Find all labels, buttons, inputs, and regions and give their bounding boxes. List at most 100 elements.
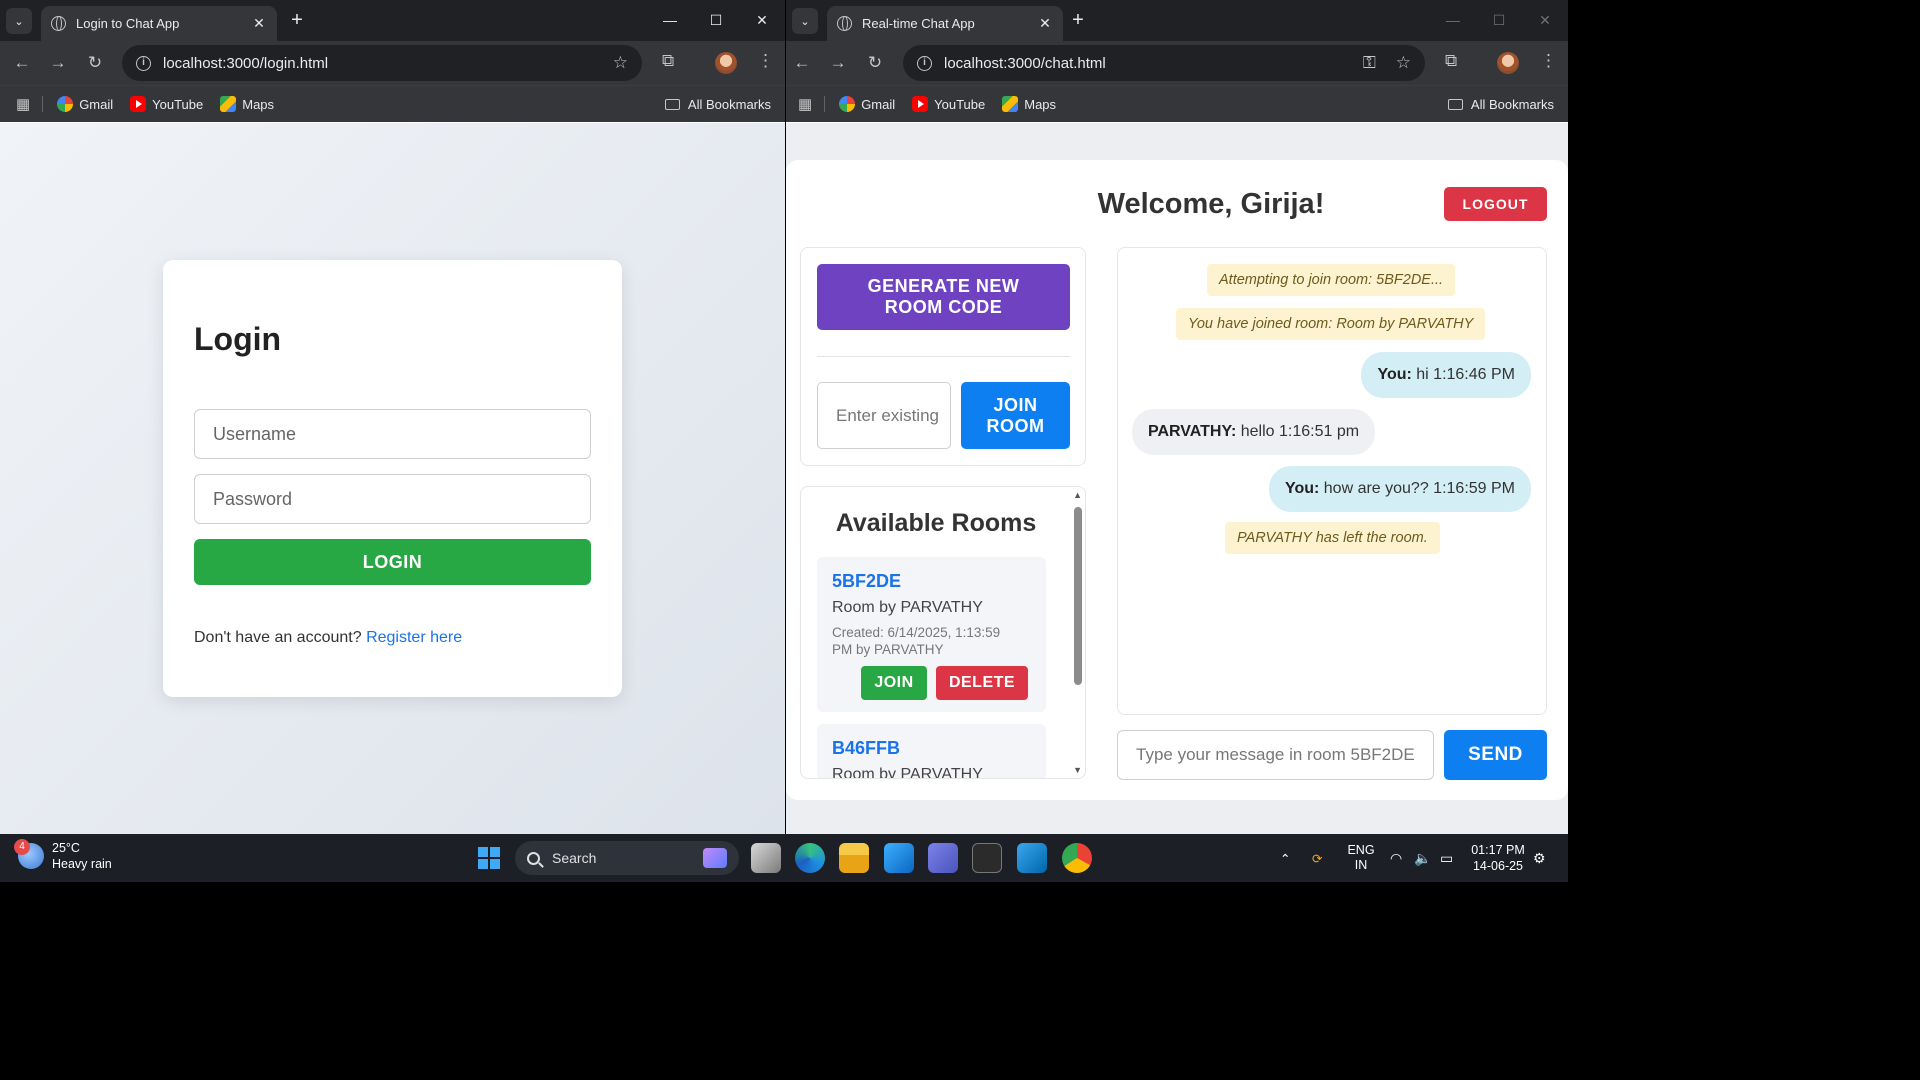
- bookmark-youtube[interactable]: YouTube: [130, 96, 203, 112]
- scrollbar-thumb[interactable]: [1074, 507, 1082, 685]
- tab-login[interactable]: Login to Chat App ✕: [41, 6, 277, 41]
- tab-chat[interactable]: Real-time Chat App ✕: [827, 6, 1063, 41]
- scroll-up-arrow-icon[interactable]: ▲: [1073, 490, 1082, 500]
- close-tab-icon[interactable]: ✕: [1037, 15, 1053, 32]
- menu-icon[interactable]: ⋮: [757, 51, 774, 71]
- reload-icon[interactable]: ↻: [80, 53, 110, 73]
- bookmark-gmail[interactable]: Gmail: [57, 96, 113, 112]
- room-card: B46FFB Room by PARVATHY: [817, 724, 1046, 778]
- new-tab-button[interactable]: +: [284, 7, 310, 33]
- close-window-button[interactable]: ✕: [1522, 0, 1568, 41]
- window-controls: — ☐ ✕: [1430, 0, 1568, 41]
- profile-avatar[interactable]: [1497, 52, 1519, 74]
- room-code: 5BF2DE: [832, 571, 902, 591]
- language-indicator[interactable]: ENG IN: [1347, 834, 1375, 882]
- vscode-icon[interactable]: [1017, 843, 1047, 873]
- tab-search-button[interactable]: ⌄: [792, 8, 818, 34]
- close-window-button[interactable]: ✕: [739, 0, 785, 41]
- wifi-icon[interactable]: ◠: [1390, 834, 1402, 882]
- divider: [817, 356, 1070, 357]
- bookmark-star-icon[interactable]: ☆: [613, 53, 628, 73]
- other-message: PARVATHY: hello 1:16:51 pm: [1132, 409, 1376, 455]
- task-view-icon[interactable]: [751, 843, 781, 873]
- sync-icon[interactable]: ⟳: [1312, 834, 1322, 882]
- bookmark-youtube[interactable]: YouTube: [912, 96, 985, 112]
- profile-avatar[interactable]: [715, 52, 737, 74]
- minimize-button[interactable]: —: [647, 0, 693, 41]
- forward-icon[interactable]: →: [43, 53, 73, 73]
- address-bar[interactable]: i localhost:3000/chat.html ⚿ ☆: [903, 45, 1425, 81]
- app-icon[interactable]: [884, 843, 914, 873]
- bookmark-maps[interactable]: Maps: [220, 96, 274, 112]
- room-name: Room by PARVATHY: [832, 599, 983, 616]
- bookmark-gmail[interactable]: Gmail: [839, 96, 895, 112]
- maximize-button[interactable]: ☐: [1476, 0, 1522, 41]
- extensions-icon[interactable]: ⧉: [1445, 51, 1457, 71]
- minimize-button[interactable]: —: [1430, 0, 1476, 41]
- file-explorer-icon[interactable]: [839, 843, 869, 873]
- youtube-icon: [912, 96, 929, 112]
- terminal-icon[interactable]: [972, 843, 1002, 873]
- register-link[interactable]: Register here: [366, 629, 462, 646]
- start-windows-icon[interactable]: [478, 847, 500, 869]
- username-input[interactable]: Username: [194, 409, 591, 459]
- globe-icon: [51, 16, 66, 31]
- room-code-input[interactable]: Enter existing: [817, 382, 951, 449]
- teams-icon[interactable]: [928, 843, 958, 873]
- password-input[interactable]: Password: [194, 474, 591, 524]
- chat-page: Welcome, Girija! LOGOUT GENERATE NEW ROO…: [786, 123, 1568, 834]
- password-key-icon[interactable]: ⚿: [1363, 53, 1376, 73]
- chrome-icon[interactable]: [1062, 843, 1092, 873]
- url-text: localhost:3000/login.html: [163, 54, 329, 72]
- site-info-icon[interactable]: i: [917, 55, 932, 71]
- apps-grid-icon[interactable]: ▦: [16, 95, 30, 113]
- volume-icon[interactable]: 🔈: [1414, 834, 1431, 882]
- tab-title: Login to Chat App: [76, 16, 180, 31]
- bookmarks-bar: ▦ Gmail YouTube Maps All Bookmarks: [786, 85, 1568, 122]
- search-icon: [527, 851, 540, 865]
- scroll-down-arrow-icon[interactable]: ▼: [1073, 765, 1082, 775]
- maps-icon: [1002, 96, 1019, 112]
- logout-button[interactable]: LOGOUT: [1444, 187, 1547, 221]
- login-button[interactable]: LOGIN: [194, 539, 591, 585]
- notifications-icon[interactable]: ⚙: [1533, 834, 1546, 882]
- all-bookmarks[interactable]: All Bookmarks: [1447, 97, 1554, 112]
- all-bookmarks[interactable]: All Bookmarks: [664, 97, 771, 112]
- tray-chevron-icon[interactable]: ⌃: [1280, 834, 1290, 882]
- close-tab-icon[interactable]: ✕: [251, 15, 267, 32]
- edge-icon[interactable]: [795, 843, 825, 873]
- apps-grid-icon[interactable]: ▦: [798, 95, 812, 113]
- maximize-button[interactable]: ☐: [693, 0, 739, 41]
- room-controls-panel: GENERATE NEW ROOM CODE Enter existing JO…: [800, 247, 1086, 466]
- join-room-button[interactable]: JOIN ROOM: [961, 382, 1070, 449]
- bookmark-maps[interactable]: Maps: [1002, 96, 1056, 112]
- send-button[interactable]: SEND: [1444, 730, 1547, 780]
- site-info-icon[interactable]: i: [136, 55, 151, 71]
- generate-room-code-button[interactable]: GENERATE NEW ROOM CODE: [817, 264, 1070, 330]
- system-message: You have joined room: Room by PARVATHY: [1176, 308, 1486, 340]
- weather-icon: 4: [14, 839, 44, 869]
- join-button[interactable]: JOIN: [861, 666, 927, 700]
- taskbar-search[interactable]: Search: [515, 841, 739, 875]
- maps-icon: [220, 96, 237, 112]
- bookmark-star-icon[interactable]: ☆: [1396, 53, 1411, 73]
- taskbar: 4 25°C Heavy rain Search ⌃ ⟳ ENG IN ◠ 🔈 …: [0, 834, 1568, 882]
- back-icon[interactable]: ←: [787, 53, 817, 73]
- title-bar: ⌄ Real-time Chat App ✕ + — ☐ ✕: [786, 0, 1568, 41]
- back-icon[interactable]: ←: [7, 53, 37, 73]
- new-tab-button[interactable]: +: [1065, 7, 1091, 33]
- delete-button[interactable]: DELETE: [936, 666, 1028, 700]
- forward-icon[interactable]: →: [823, 53, 853, 73]
- extensions-icon[interactable]: ⧉: [662, 51, 674, 71]
- reload-icon[interactable]: ↻: [860, 53, 890, 73]
- login-card: Login Username Password LOGIN Don't have…: [163, 260, 622, 697]
- tab-search-button[interactable]: ⌄: [6, 8, 32, 34]
- google-icon: [839, 96, 856, 112]
- register-prompt: Don't have an account? Register here: [194, 629, 463, 646]
- weather-widget[interactable]: 4 25°C Heavy rain: [14, 839, 112, 872]
- clock[interactable]: 01:17 PM 14-06-25: [1466, 842, 1530, 874]
- message-input[interactable]: Type your message in room 5BF2DE: [1117, 730, 1434, 780]
- battery-icon[interactable]: ▭: [1440, 834, 1453, 882]
- address-bar[interactable]: i localhost:3000/login.html ☆: [122, 45, 642, 81]
- menu-icon[interactable]: ⋮: [1540, 51, 1557, 71]
